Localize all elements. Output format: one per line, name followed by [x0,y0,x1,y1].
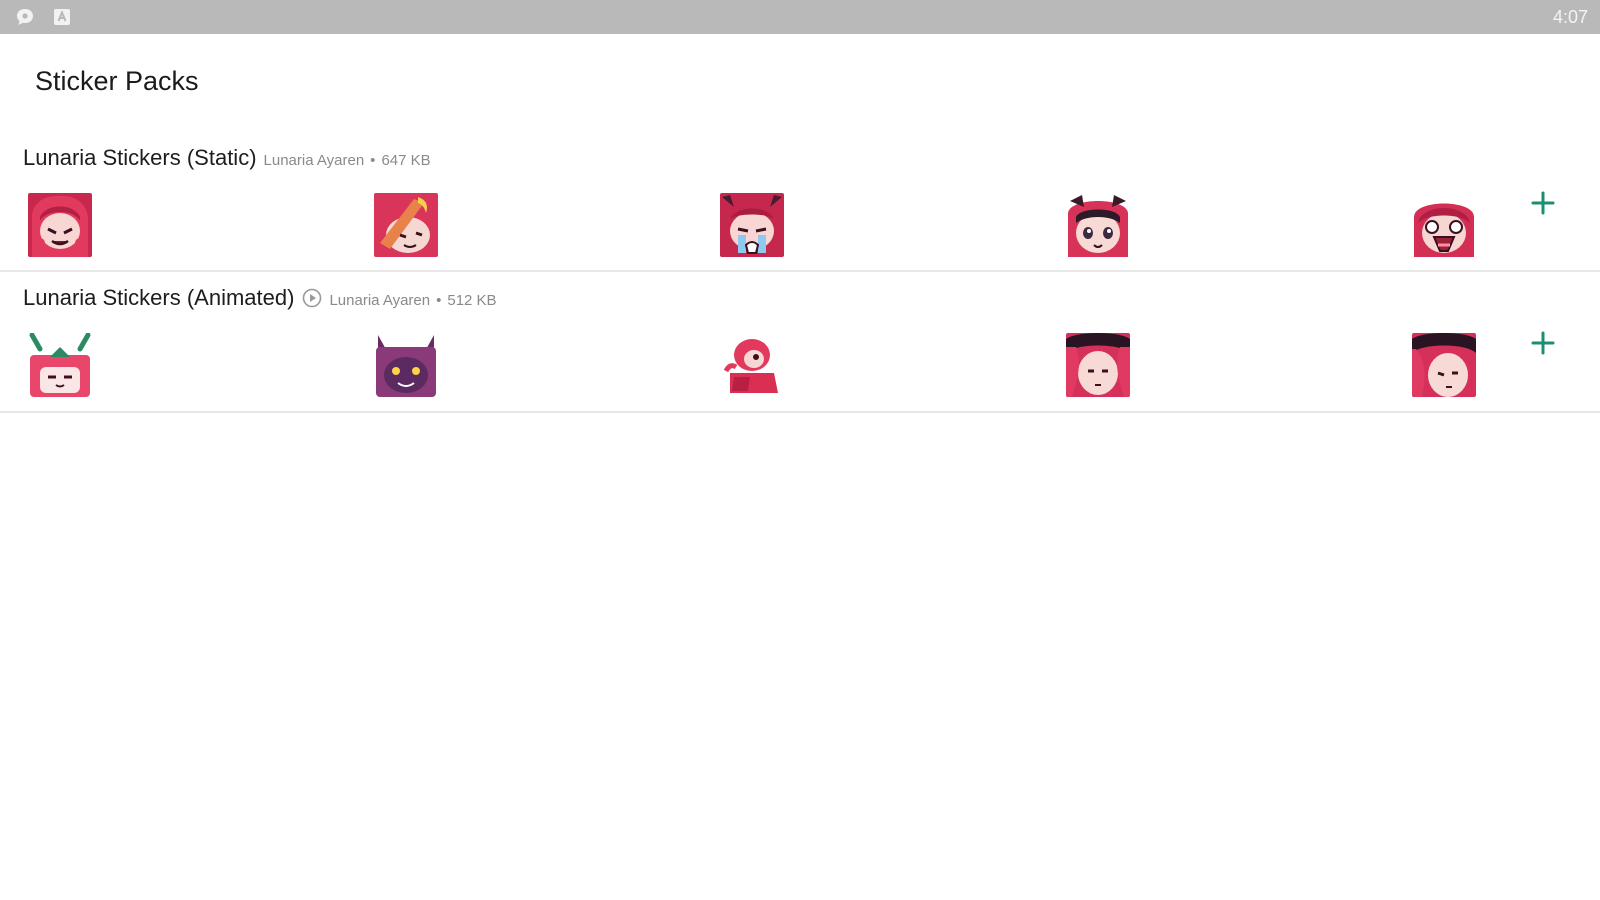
pack-meta: Lunaria Ayaren • 647 KB [264,152,431,169]
plus-icon [1531,191,1555,215]
status-time: 4:07 [1552,7,1588,27]
sticker-thumbnail [720,333,784,397]
pack-size: 647 KB [381,152,431,169]
pack-header: Lunaria Stickers (Animated) Lunaria Ayar… [23,285,497,311]
page-title: Sticker Packs [35,66,199,96]
sticker-thumbnail [1412,333,1476,397]
pack-author: Lunaria Ayaren [329,292,431,309]
sticker-thumbnail [28,193,92,257]
chat-bubble-icon [15,7,35,27]
pack-header: Lunaria Stickers (Static) Lunaria Ayaren… [23,145,431,171]
sticker-thumbnail [374,193,438,257]
sticker-thumbnail [720,193,784,257]
meta-separator: • [436,292,442,309]
pack-name: Lunaria Stickers (Animated) [23,285,295,310]
sticker-pack-row[interactable]: Lunaria Stickers (Animated) Lunaria Ayar… [0,280,1600,413]
plus-icon [1531,331,1555,355]
sticker-thumbnail [1066,333,1130,397]
pack-size: 512 KB [447,292,497,309]
play-circle-icon [302,288,322,308]
sticker-pack-row[interactable]: Lunaria Stickers (Static) Lunaria Ayaren… [0,140,1600,272]
sticker-thumbnail [374,333,438,397]
status-bar: 4:07 [0,0,1600,34]
pack-meta: Lunaria Ayaren • 512 KB [329,292,496,309]
meta-separator: • [370,152,376,169]
sticker-thumbnail [28,333,92,397]
add-pack-button[interactable] [1530,330,1556,356]
keyboard-icon [52,7,72,27]
pack-author: Lunaria Ayaren [263,152,365,169]
add-pack-button[interactable] [1530,190,1556,216]
pack-name: Lunaria Stickers (Static) [23,145,257,170]
sticker-thumbnail [1412,193,1476,257]
sticker-thumbnail [1066,193,1130,257]
